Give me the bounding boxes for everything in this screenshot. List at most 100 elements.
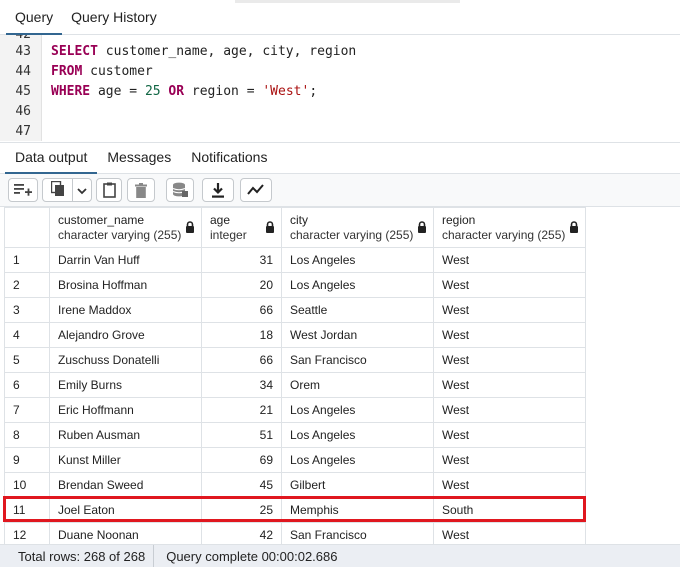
region-cell[interactable]: West [433,422,586,448]
city-cell[interactable]: San Francisco [281,347,434,373]
city-cell[interactable]: Gilbert [281,472,434,498]
save-data-button[interactable] [166,178,194,202]
copy-button-group[interactable] [42,178,92,202]
column-type: character varying (255) [442,227,566,242]
row-number[interactable]: 12 [4,522,50,544]
table-row[interactable]: 8 Ruben Ausman 51 Los Angeles West [4,422,586,448]
region-cell[interactable]: West [433,272,586,298]
region-cell[interactable]: West [433,322,586,348]
city-cell[interactable]: Los Angeles [281,247,434,273]
delete-button[interactable] [127,178,155,202]
customer-name-cell[interactable]: Duane Noonan [49,522,202,544]
region-cell[interactable]: South [433,497,586,523]
row-number[interactable]: 3 [4,297,50,323]
editor-line[interactable]: 43 SELECT customer_name, age, city, regio… [0,42,680,62]
table-row[interactable]: 10 Brendan Sweed 45 Gilbert West [4,472,586,498]
age-cell[interactable]: 66 [201,347,282,373]
table-row[interactable]: 1 Darrin Van Huff 31 Los Angeles West [4,247,586,273]
age-cell[interactable]: 51 [201,422,282,448]
region-cell[interactable]: West [433,372,586,398]
age-cell[interactable]: 42 [201,522,282,544]
table-row[interactable]: 9 Kunst Miller 69 Los Angeles West [4,447,586,473]
data-grid[interactable]: customer_name character varying (255) ag… [4,207,680,544]
row-number[interactable]: 6 [4,372,50,398]
region-cell[interactable]: West [433,297,586,323]
editor-line[interactable]: 44 FROM customer [0,62,680,82]
copy-options-dropdown[interactable] [73,179,91,201]
row-number-header[interactable] [4,207,50,248]
tab-query[interactable]: Query [6,9,63,35]
column-header-age[interactable]: age integer [201,207,282,248]
region-cell[interactable]: West [433,397,586,423]
table-row[interactable]: 7 Eric Hoffmann 21 Los Angeles West [4,397,586,423]
age-cell[interactable]: 45 [201,472,282,498]
age-cell[interactable]: 21 [201,397,282,423]
column-header-city[interactable]: city character varying (255) [281,207,434,248]
editor-line[interactable]: 47 [0,122,680,141]
row-number[interactable]: 4 [4,322,50,348]
customer-name-cell[interactable]: Irene Maddox [49,297,202,323]
copy-button[interactable] [43,179,73,201]
age-cell[interactable]: 20 [201,272,282,298]
table-row[interactable]: 11 Joel Eaton 25 Memphis South [4,497,586,523]
row-number[interactable]: 9 [4,447,50,473]
column-header-region[interactable]: region character varying (255) [433,207,586,248]
row-number[interactable]: 2 [4,272,50,298]
tab-messages[interactable]: Messages [97,149,181,173]
column-header-customer-name[interactable]: customer_name character varying (255) [49,207,202,248]
city-cell[interactable]: Los Angeles [281,272,434,298]
customer-name-cell[interactable]: Zuschuss Donatelli [49,347,202,373]
city-cell[interactable]: Los Angeles [281,447,434,473]
age-cell[interactable]: 34 [201,372,282,398]
city-cell[interactable]: Orem [281,372,434,398]
customer-name-cell[interactable]: Eric Hoffmann [49,397,202,423]
customer-name-cell[interactable]: Darrin Van Huff [49,247,202,273]
table-row[interactable]: 3 Irene Maddox 66 Seattle West [4,297,586,323]
tab-notifications[interactable]: Notifications [181,149,277,173]
region-cell[interactable]: West [433,347,586,373]
table-row[interactable]: 4 Alejandro Grove 18 West Jordan West [4,322,586,348]
customer-name-cell[interactable]: Alejandro Grove [49,322,202,348]
region-cell[interactable]: West [433,247,586,273]
customer-name-cell[interactable]: Brendan Sweed [49,472,202,498]
tab-query-history[interactable]: Query History [62,9,166,34]
sql-editor[interactable]: 4243SELECT customer_name, age, city, reg… [0,35,680,141]
customer-name-cell[interactable]: Brosina Hoffman [49,272,202,298]
age-cell[interactable]: 31 [201,247,282,273]
region-cell[interactable]: West [433,522,586,544]
download-button[interactable] [202,178,234,202]
age-cell[interactable]: 66 [201,297,282,323]
city-cell[interactable]: Memphis [281,497,434,523]
graph-visualiser-button[interactable] [240,178,272,202]
paste-button[interactable] [96,178,122,202]
city-cell[interactable]: San Francisco [281,522,434,544]
customer-name-cell[interactable]: Emily Burns [49,372,202,398]
editor-line[interactable]: 46 [0,102,680,122]
age-cell[interactable]: 25 [201,497,282,523]
add-row-button[interactable] [8,178,38,202]
city-cell[interactable]: Los Angeles [281,397,434,423]
age-cell[interactable]: 69 [201,447,282,473]
row-number[interactable]: 10 [4,472,50,498]
row-number[interactable]: 1 [4,247,50,273]
city-cell[interactable]: Los Angeles [281,422,434,448]
line-number: 43 [15,44,31,59]
row-number[interactable]: 7 [4,397,50,423]
customer-name-cell[interactable]: Joel Eaton [49,497,202,523]
customer-name-cell[interactable]: Kunst Miller [49,447,202,473]
table-row[interactable]: 2 Brosina Hoffman 20 Los Angeles West [4,272,586,298]
editor-line[interactable]: 45 WHERE age = 25 OR region = 'West'; [0,82,680,102]
row-number[interactable]: 5 [4,347,50,373]
city-cell[interactable]: Seattle [281,297,434,323]
tab-data-output[interactable]: Data output [5,149,98,174]
row-number[interactable]: 8 [4,422,50,448]
age-cell[interactable]: 18 [201,322,282,348]
region-cell[interactable]: West [433,472,586,498]
table-row[interactable]: 5 Zuschuss Donatelli 66 San Francisco West [4,347,586,373]
table-row[interactable]: 12 Duane Noonan 42 San Francisco West [4,522,586,544]
table-row[interactable]: 6 Emily Burns 34 Orem West [4,372,586,398]
city-cell[interactable]: West Jordan [281,322,434,348]
customer-name-cell[interactable]: Ruben Ausman [49,422,202,448]
row-number[interactable]: 11 [4,497,50,523]
region-cell[interactable]: West [433,447,586,473]
